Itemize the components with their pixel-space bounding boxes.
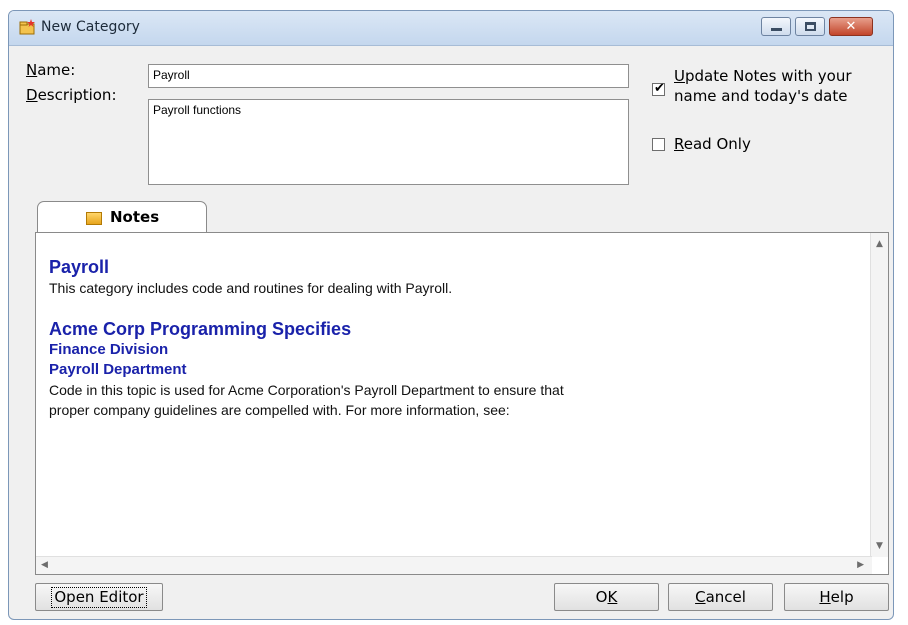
notes-body-line2: proper company guidelines are compelled …: [49, 402, 510, 418]
name-label-accel: N: [26, 61, 38, 79]
help-label-rest: elp: [830, 588, 854, 606]
cancel-accel: C: [695, 588, 706, 606]
tab-notes[interactable]: Notes: [37, 201, 207, 233]
checkmark-icon: ✔: [654, 81, 665, 96]
close-icon: ✕: [845, 19, 857, 34]
read-only-label[interactable]: Read Only: [674, 134, 751, 154]
scroll-left-icon[interactable]: ◀: [41, 560, 48, 570]
name-label: Name:: [26, 61, 75, 79]
open-editor-button[interactable]: Open Editor: [35, 583, 163, 611]
cancel-button[interactable]: Cancel: [668, 583, 773, 611]
notes-icon: [86, 212, 102, 225]
window-title: New Category: [41, 19, 140, 35]
new-category-dialog: New Category ✕ Name: Payroll Description…: [8, 10, 894, 620]
notes-intro: This category includes code and routines…: [49, 280, 453, 296]
update-notes-label-line1-rest: pdate Notes with your: [684, 67, 852, 85]
notes-division: Finance Division: [49, 341, 169, 358]
update-notes-label-line2: name and today's date: [674, 87, 848, 105]
description-label: Description:: [26, 86, 117, 104]
notes-body-line1: Code in this topic is used for Acme Corp…: [49, 382, 564, 398]
update-notes-checkbox[interactable]: ✔: [652, 81, 665, 96]
close-button[interactable]: ✕: [829, 17, 873, 36]
notes-content: Payroll This category includes code and …: [49, 256, 849, 420]
update-notes-label-line1: Update Notes with your: [674, 66, 852, 86]
name-field[interactable]: Payroll: [148, 64, 629, 88]
maximize-icon: [805, 22, 816, 31]
description-label-rest: escription:: [37, 86, 117, 104]
read-only-accel: R: [674, 135, 684, 153]
scroll-right-icon[interactable]: ▶: [857, 560, 864, 570]
scroll-down-icon[interactable]: ▼: [876, 541, 883, 551]
title-bar[interactable]: New Category ✕: [9, 11, 893, 46]
cancel-label-rest: ancel: [705, 588, 746, 606]
tab-notes-label: Notes: [110, 208, 160, 226]
ok-button[interactable]: OK: [554, 583, 659, 611]
notes-heading: Payroll: [49, 257, 110, 277]
ok-label-accel: K: [607, 588, 618, 606]
new-category-icon: [19, 19, 35, 35]
description-field[interactable]: Payroll functions: [148, 99, 629, 185]
help-accel: H: [819, 588, 831, 606]
read-only-label-rest: ead Only: [683, 135, 751, 153]
horizontal-scrollbar[interactable]: ◀ ▶: [36, 556, 872, 574]
description-label-accel: D: [26, 86, 38, 104]
ok-label-o: O: [595, 588, 608, 606]
scroll-up-icon[interactable]: ▲: [876, 239, 883, 249]
read-only-checkbox[interactable]: [652, 138, 665, 151]
notes-section-heading: Acme Corp Programming Specifies: [49, 319, 352, 339]
update-notes-label[interactable]: Update Notes with your name and today's …: [674, 66, 852, 106]
maximize-button[interactable]: [795, 17, 825, 36]
vertical-scrollbar[interactable]: ▲ ▼: [870, 233, 888, 557]
name-label-rest: ame:: [37, 61, 76, 79]
open-editor-label: Open Editor: [51, 587, 147, 608]
update-notes-accel: U: [674, 67, 685, 85]
notes-department: Payroll Department: [49, 361, 187, 378]
minimize-button[interactable]: [761, 17, 791, 36]
notes-panel[interactable]: Payroll This category includes code and …: [35, 232, 889, 575]
help-button[interactable]: Help: [784, 583, 889, 611]
minimize-icon: [771, 28, 782, 31]
